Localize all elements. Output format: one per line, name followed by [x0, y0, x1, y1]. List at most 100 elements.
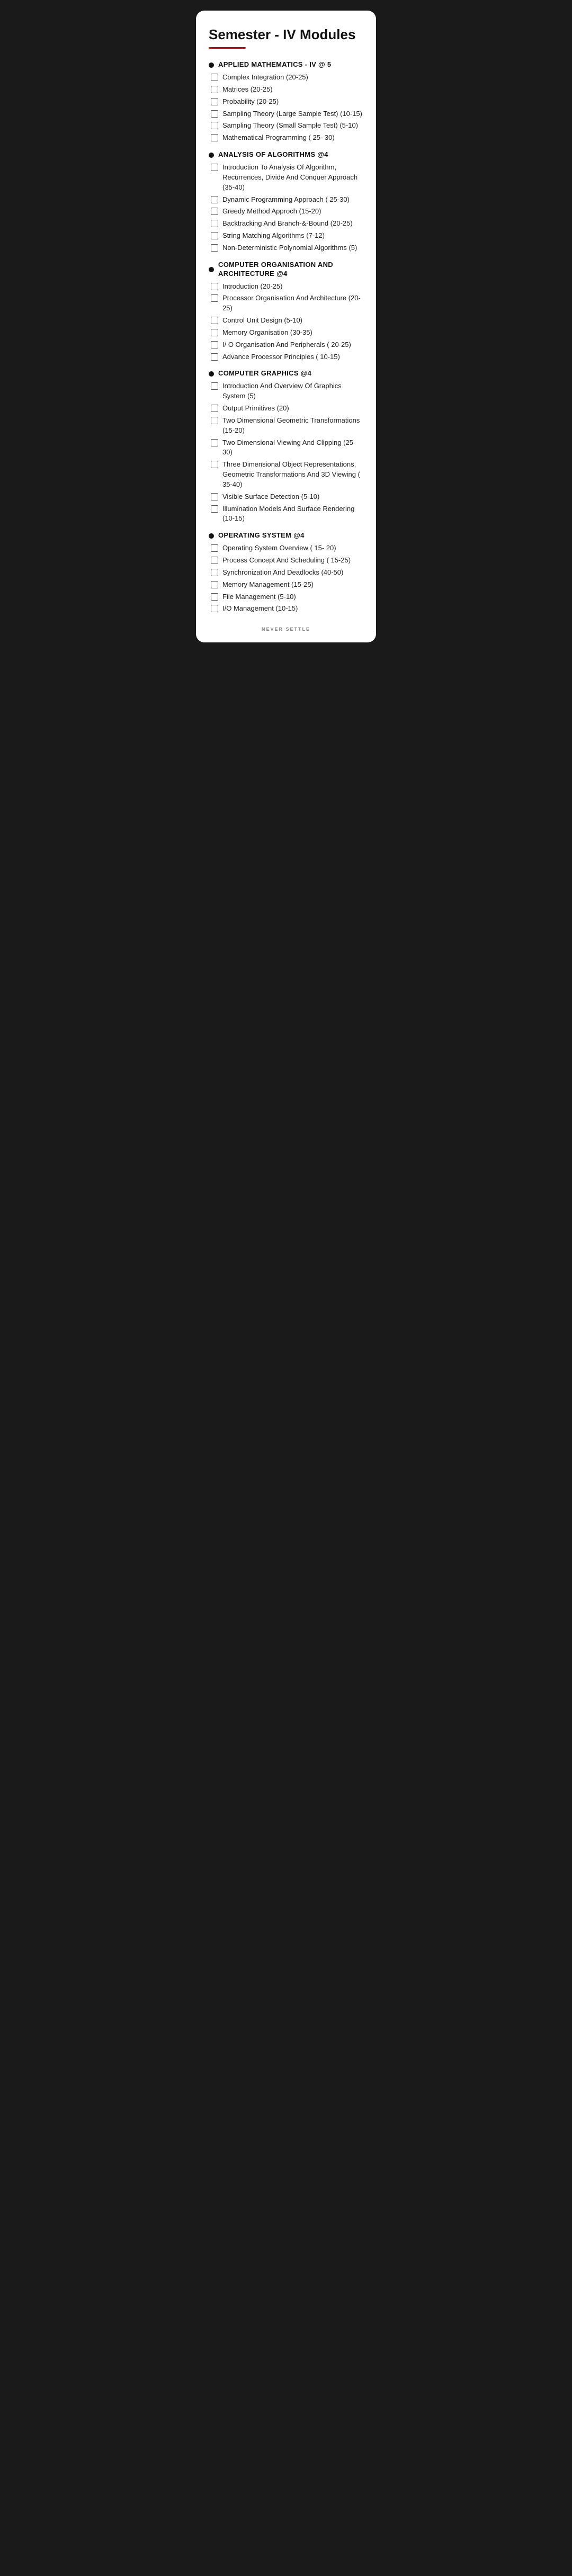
- item-text: Two Dimensional Geometric Transformation…: [222, 416, 363, 436]
- section-computer-graphics: COMPUTER GRAPHICS @4 Introduction And Ove…: [209, 369, 363, 524]
- section-header-computer-graphics: COMPUTER GRAPHICS @4: [209, 369, 363, 378]
- list-item: File Management (5-10): [209, 592, 363, 602]
- checkbox[interactable]: [211, 505, 218, 513]
- checkbox[interactable]: [211, 232, 218, 239]
- checkbox[interactable]: [211, 110, 218, 118]
- item-text: Control Unit Design (5-10): [222, 316, 302, 326]
- list-item: I/ O Organisation And Peripherals ( 20-2…: [209, 340, 363, 350]
- checkbox[interactable]: [211, 164, 218, 171]
- item-text: Dynamic Programming Approach ( 25-30): [222, 195, 350, 205]
- item-text: Probability (20-25): [222, 97, 279, 107]
- checkbox[interactable]: [211, 569, 218, 576]
- checkbox[interactable]: [211, 74, 218, 81]
- checkbox[interactable]: [211, 605, 218, 612]
- section-dot: [209, 267, 214, 272]
- item-text: Mathematical Programming ( 25- 30): [222, 133, 335, 143]
- list-item: I/O Management (10-15): [209, 604, 363, 614]
- section-dot: [209, 371, 214, 377]
- item-text: Processor Organisation And Architecture …: [222, 293, 363, 314]
- checkbox[interactable]: [211, 122, 218, 129]
- list-item: Three Dimensional Object Representations…: [209, 460, 363, 490]
- checkbox[interactable]: [211, 98, 218, 105]
- checkbox[interactable]: [211, 581, 218, 588]
- item-text: Output Primitives (20): [222, 404, 289, 414]
- item-text: I/O Management (10-15): [222, 604, 298, 614]
- checkbox[interactable]: [211, 439, 218, 446]
- item-text: Process Concept And Scheduling ( 15-25): [222, 556, 351, 566]
- list-item: Matrices (20-25): [209, 85, 363, 95]
- item-text: Advance Processor Principles ( 10-15): [222, 352, 340, 362]
- section-header-analysis-algorithms: ANALYSIS OF ALGORITHMS @4: [209, 150, 363, 159]
- list-item: Visible Surface Detection (5-10): [209, 492, 363, 502]
- item-text: Sampling Theory (Small Sample Test) (5-1…: [222, 121, 358, 131]
- checkbox[interactable]: [211, 353, 218, 361]
- checkbox[interactable]: [211, 134, 218, 141]
- section-title: APPLIED MATHEMATICS - IV @ 5: [218, 60, 331, 69]
- list-item: Sampling Theory (Small Sample Test) (5-1…: [209, 121, 363, 131]
- item-text: Sampling Theory (Large Sample Test) (10-…: [222, 109, 362, 119]
- list-item: Complex Integration (20-25): [209, 73, 363, 83]
- section-operating-system: OPERATING SYSTEM @4 Operating System Ove…: [209, 531, 363, 614]
- list-item: Illumination Models And Surface Renderin…: [209, 504, 363, 524]
- item-text: Introduction To Analysis Of Algorithm, R…: [222, 163, 363, 193]
- list-item: Control Unit Design (5-10): [209, 316, 363, 326]
- checkbox[interactable]: [211, 196, 218, 203]
- section-header-computer-org: COMPUTER ORGANISATION AND ARCHITECTURE @…: [209, 261, 363, 279]
- list-item: Introduction (20-25): [209, 282, 363, 292]
- item-text: Two Dimensional Viewing And Clipping (25…: [222, 438, 363, 458]
- list-item: Two Dimensional Viewing And Clipping (25…: [209, 438, 363, 458]
- list-item: Probability (20-25): [209, 97, 363, 107]
- list-item: Memory Organisation (30-35): [209, 328, 363, 338]
- list-item: String Matching Algorithms (7-12): [209, 231, 363, 241]
- checkbox[interactable]: [211, 329, 218, 336]
- list-item: Two Dimensional Geometric Transformation…: [209, 416, 363, 436]
- section-analysis-algorithms: ANALYSIS OF ALGORITHMS @4 Introduction To…: [209, 150, 363, 253]
- list-item: Greedy Method Approch (15-20): [209, 207, 363, 217]
- checkbox[interactable]: [211, 220, 218, 227]
- section-header-applied-math: APPLIED MATHEMATICS - IV @ 5: [209, 60, 363, 69]
- checkbox[interactable]: [211, 341, 218, 348]
- section-dot: [209, 153, 214, 158]
- section-dot: [209, 533, 214, 539]
- section-title: OPERATING SYSTEM @4: [218, 531, 305, 540]
- item-text: Synchronization And Deadlocks (40-50): [222, 568, 343, 578]
- item-text: Memory Organisation (30-35): [222, 328, 312, 338]
- list-item: Non-Deterministic Polynomial Algorithms …: [209, 243, 363, 253]
- list-item: Mathematical Programming ( 25- 30): [209, 133, 363, 143]
- item-text: I/ O Organisation And Peripherals ( 20-2…: [222, 340, 351, 350]
- checkbox[interactable]: [211, 461, 218, 468]
- checkbox[interactable]: [211, 244, 218, 252]
- section-title: COMPUTER ORGANISATION AND ARCHITECTURE @…: [218, 261, 363, 279]
- checkbox[interactable]: [211, 493, 218, 500]
- checkbox[interactable]: [211, 544, 218, 552]
- checkbox[interactable]: [211, 417, 218, 424]
- sections-container: APPLIED MATHEMATICS - IV @ 5 Complex Inte…: [209, 60, 363, 614]
- checkbox[interactable]: [211, 86, 218, 93]
- checkbox[interactable]: [211, 283, 218, 290]
- list-item: Process Concept And Scheduling ( 15-25): [209, 556, 363, 566]
- item-text: Memory Management (15-25): [222, 580, 314, 590]
- item-text: Greedy Method Approch (15-20): [222, 207, 321, 217]
- checkbox[interactable]: [211, 294, 218, 302]
- checkbox[interactable]: [211, 557, 218, 564]
- checkbox[interactable]: [211, 382, 218, 390]
- item-text: String Matching Algorithms (7-12): [222, 231, 325, 241]
- item-text: File Management (5-10): [222, 592, 296, 602]
- item-text: Backtracking And Branch-&-Bound (20-25): [222, 219, 353, 229]
- item-text: Matrices (20-25): [222, 85, 273, 95]
- item-text: Complex Integration (20-25): [222, 73, 308, 83]
- item-text: Three Dimensional Object Representations…: [222, 460, 363, 490]
- page-title: Semester - IV Modules: [209, 26, 363, 43]
- checkbox[interactable]: [211, 405, 218, 412]
- section-header-operating-system: OPERATING SYSTEM @4: [209, 531, 363, 540]
- list-item: Synchronization And Deadlocks (40-50): [209, 568, 363, 578]
- list-item: Operating System Overview ( 15- 20): [209, 543, 363, 553]
- list-item: Introduction And Overview Of Graphics Sy…: [209, 381, 363, 401]
- checkbox[interactable]: [211, 208, 218, 215]
- checkbox[interactable]: [211, 593, 218, 601]
- list-item: Introduction To Analysis Of Algorithm, R…: [209, 163, 363, 193]
- section-title: ANALYSIS OF ALGORITHMS @4: [218, 150, 328, 159]
- title-underline: [209, 47, 246, 49]
- checkbox[interactable]: [211, 317, 218, 324]
- list-item: Memory Management (15-25): [209, 580, 363, 590]
